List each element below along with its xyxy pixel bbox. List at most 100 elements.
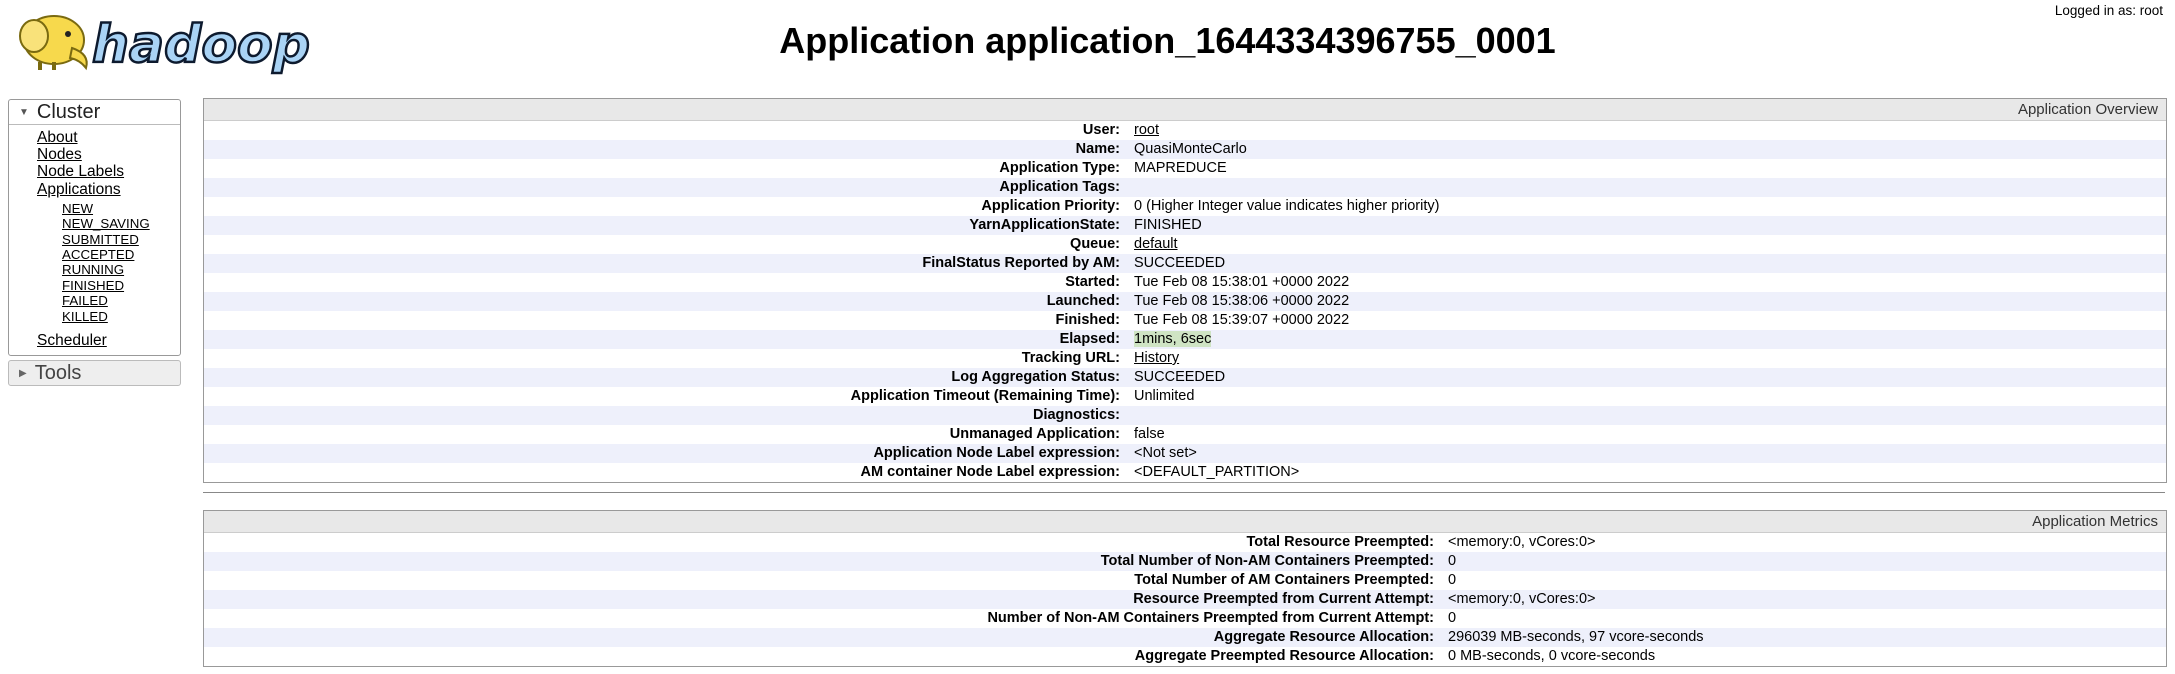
field-label: Total Resource Preempted: [1246,534,1434,550]
sidebar-item-scheduler[interactable]: Scheduler [37,332,180,349]
sidebar-item-killed[interactable]: KILLED [62,309,180,324]
field-label: Application Timeout (Remaining Time): [850,388,1120,404]
tools-label: Tools [34,362,82,385]
queue-link[interactable]: default [1134,236,1178,252]
table-row: Name: QuasiMonteCarlo [204,140,2166,159]
field-value: Tue Feb 08 15:39:07 +0000 2022 [1134,312,1350,328]
elapsed-value: 1mins, 6sec [1134,331,1212,347]
triangle-right-icon: ▶ [19,367,27,379]
field-value: 0 [1448,552,2166,571]
field-label: Finished: [1055,312,1120,328]
field-value: SUCCEEDED [1134,368,2166,387]
table-row: Application Node Label expression: <Not s… [204,444,2166,463]
field-label: Tracking URL: [1021,350,1120,366]
field-value: MAPREDUCE [1134,160,1227,176]
field-label: Application Priority: [981,198,1120,214]
field-label: Log Aggregation Status: [204,368,1134,387]
field-label: Application Type: [999,160,1120,176]
field-label: Name: [204,140,1134,159]
sidebar-item-new[interactable]: NEW [62,201,180,216]
field-value: 0 MB-seconds, 0 vcore-seconds [1448,648,1656,664]
table-row: Diagnostics: [204,406,2166,425]
field-label: Aggregate Preempted Resource Allocation: [1134,648,1434,664]
sidebar-item-new-saving[interactable]: NEW_SAVING [62,216,180,231]
sidebar-item-accepted[interactable]: ACCEPTED [62,247,180,262]
table-row: Queue: default [204,235,2166,254]
field-value: FINISHED [1134,216,2166,235]
sidebar-item-failed[interactable]: FAILED [62,293,180,308]
section-divider [203,492,2165,493]
field-value [1134,178,2166,197]
field-value [1134,406,2166,425]
cluster-section: ▼ Cluster About Nodes Node Labels Applica… [8,99,181,357]
cluster-toggle[interactable]: ▼ Cluster [9,100,180,125]
table-row: Finished: Tue Feb 08 15:39:07 +0000 2022 [204,311,2166,330]
table-row: Resource Preempted from Current Attempt:… [204,590,2166,609]
sidebar-item-finished[interactable]: FINISHED [62,278,180,293]
table-row: User: root [204,121,2166,140]
table-row: Elapsed: 1mins, 6sec [204,330,2166,349]
field-value: 0 [1448,572,1457,588]
sidebar-item-about[interactable]: About [37,129,180,146]
table-row: Aggregate Resource Allocation: 296039 MB-… [204,628,2166,647]
user-link[interactable]: root [1134,122,1159,138]
table-row: Aggregate Preempted Resource Allocation:… [204,647,2166,666]
logged-in-status: Logged in as: root [2054,3,2163,18]
sidebar-item-submitted[interactable]: SUBMITTED [62,232,180,247]
field-value: Tue Feb 08 15:38:06 +0000 2022 [1134,292,2166,311]
triangle-down-icon: ▼ [19,106,29,118]
sidebar-nav: ▼ Cluster About Nodes Node Labels Applica… [8,99,181,387]
table-row: YarnApplicationState: FINISHED [204,216,2166,235]
field-label: YarnApplicationState: [204,216,1134,235]
sidebar-item-running[interactable]: RUNNING [62,262,180,277]
table-row: Application Type: MAPREDUCE [204,159,2166,178]
field-value: 296039 MB-seconds, 97 vcore-seconds [1448,628,2166,647]
table-row: Total Number of AM Containers Preempted:… [204,571,2166,590]
table-row: Total Resource Preempted: <memory:0, vCor… [204,533,2166,552]
field-label: FinalStatus Reported by AM: [204,254,1134,273]
table-row: Total Number of Non-AM Containers Preemp… [204,552,2166,571]
metrics-header: Application Metrics [204,511,2166,533]
field-label: Total Number of AM Containers Preempted: [1134,572,1434,588]
tracking-url-link[interactable]: History [1134,350,1179,366]
field-label: Launched: [204,292,1134,311]
field-value: QuasiMonteCarlo [1134,140,2166,159]
cluster-label: Cluster [36,101,101,123]
field-value: SUCCEEDED [1134,254,2166,273]
table-row: Application Tags: [204,178,2166,197]
table-row: Started: Tue Feb 08 15:38:01 +0000 2022 [204,273,2166,292]
page-title: Application application_1644334396755_00… [779,20,1556,61]
sidebar-item-nodes[interactable]: Nodes [37,146,180,163]
table-row: Tracking URL: History [204,349,2166,368]
application-overview-table: Application Overview User: root Name: Quas… [203,98,2167,483]
field-label: Resource Preempted from Current Attempt: [204,590,1448,609]
field-label: Application Tags: [204,178,1134,197]
table-row: Log Aggregation Status: SUCCEEDED [204,368,2166,387]
field-label: Queue: [1070,236,1120,252]
field-value: Unlimited [1134,388,1195,404]
field-value: 0 [1448,610,1457,626]
field-label: Total Number of Non-AM Containers Preemp… [204,552,1448,571]
field-label: User: [1082,122,1120,138]
field-value: false [1134,426,1165,442]
overview-header: Application Overview [204,99,2166,121]
table-row: Launched: Tue Feb 08 15:38:06 +0000 2022 [204,292,2166,311]
table-row: Unmanaged Application: false [204,425,2166,444]
table-row: Number of Non-AM Containers Preempted fr… [204,609,2166,628]
sidebar-item-applications[interactable]: Applications [37,181,180,198]
tools-toggle[interactable]: ▶ Tools [8,360,181,387]
field-label: Aggregate Resource Allocation: [204,628,1448,647]
sidebar-item-node-labels[interactable]: Node Labels [37,163,180,180]
table-row: AM container Node Label expression: <DEFA… [204,463,2166,482]
field-value: Tue Feb 08 15:38:01 +0000 2022 [1134,274,1350,290]
field-value: <memory:0, vCores:0> [1448,590,2166,609]
field-label: Started: [1065,274,1120,290]
field-value: 0 (Higher Integer value indicates higher… [1134,198,1440,214]
application-metrics-table: Application Metrics Total Resource Preem… [203,510,2167,667]
table-row: Application Timeout (Remaining Time): Unl… [204,387,2166,406]
field-label: Elapsed: [204,330,1134,349]
field-label: Unmanaged Application: [949,426,1120,442]
table-row: Application Priority: 0 (Higher Integer v… [204,197,2166,216]
application-states-list: NEW NEW_SAVING SUBMITTED ACCEPTED RUNNIN… [37,201,180,324]
field-label: Application Node Label expression: [204,444,1134,463]
